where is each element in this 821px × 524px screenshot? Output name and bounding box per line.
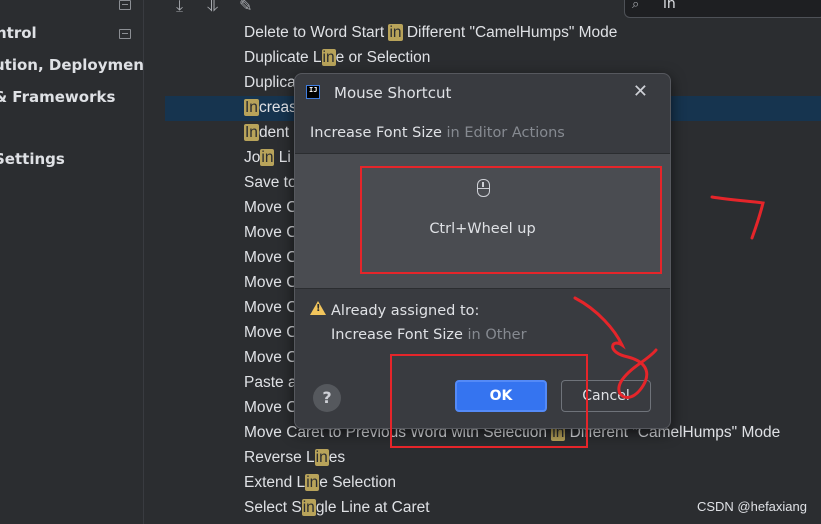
watermark: CSDN @hefaxiang: [696, 499, 807, 514]
annotation-scribble: [573, 195, 765, 399]
